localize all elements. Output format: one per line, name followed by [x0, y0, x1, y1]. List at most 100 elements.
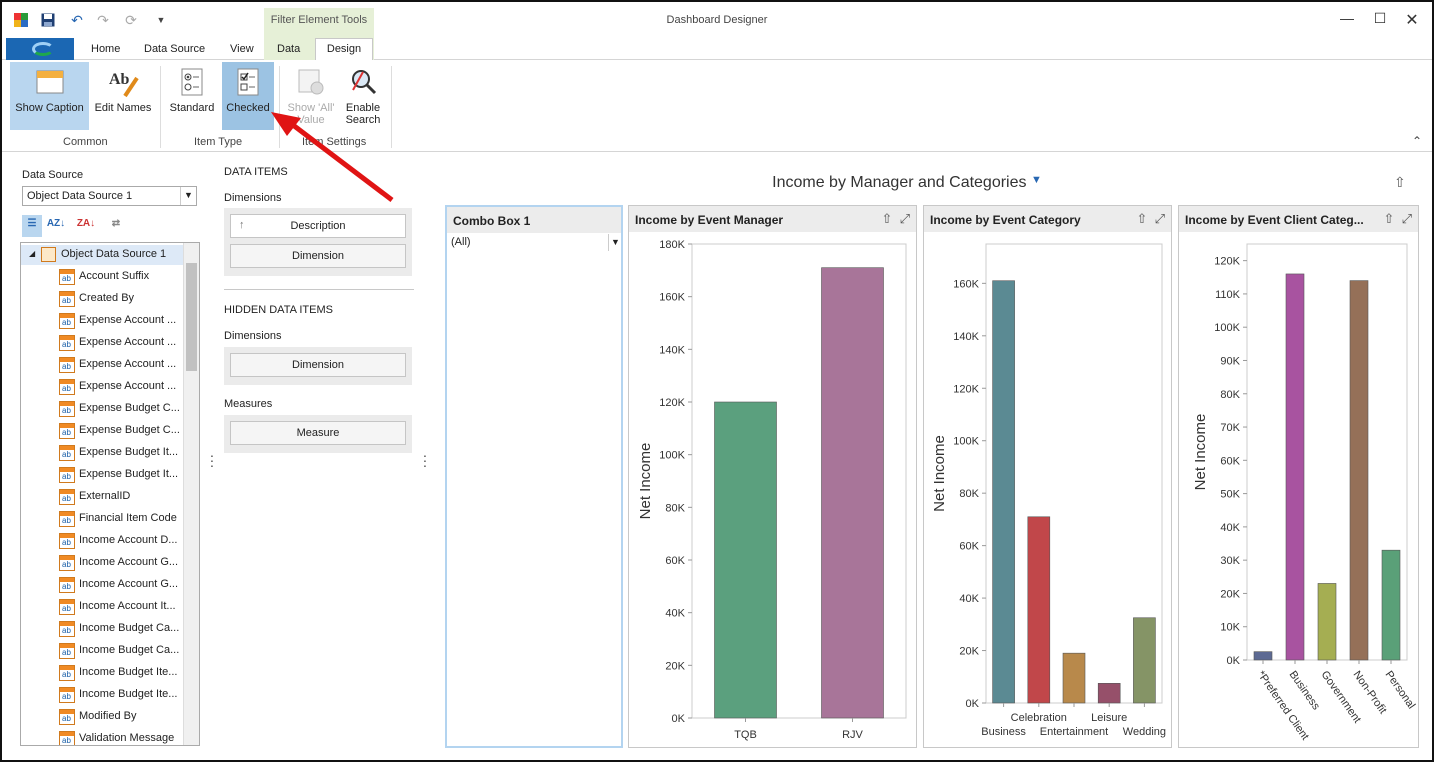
bar [1253, 651, 1273, 661]
field-label: Account Suffix [79, 270, 150, 282]
hidden-dimensions-box: Dimension [224, 347, 412, 385]
hidden-dimension-placeholder[interactable]: Dimension [230, 353, 406, 377]
bar-chart-event-category: 0K 20K 40K 60K 80K 100K 120K 140K 160K Net Income… [931, 243, 1166, 738]
field-node[interactable]: Expense Budget It... [59, 465, 181, 485]
y-tick-label: 0K [1227, 655, 1241, 667]
bar [714, 401, 777, 719]
field-node[interactable]: Modified By [59, 707, 181, 727]
field-node[interactable]: Financial Item Code [59, 509, 181, 529]
collapse-ribbon-icon[interactable]: ⌃ [1412, 134, 1422, 148]
field-node[interactable]: Income Account G... [59, 553, 181, 573]
field-node[interactable]: Income Budget Ite... [59, 685, 181, 705]
string-field-icon [59, 687, 75, 703]
y-tick-label: 30K [1220, 555, 1240, 567]
x-tick-label: Celebration [1011, 712, 1067, 724]
scrollbar-thumb[interactable] [186, 263, 197, 371]
app-logo-icon [32, 42, 54, 56]
x-tick-label: Business [1287, 669, 1323, 713]
tree-scrollbar[interactable] [183, 243, 199, 745]
field-node[interactable]: Created By [59, 289, 181, 309]
chevron-down-icon[interactable]: ▼ [180, 187, 196, 205]
maximize-icon[interactable]: ⤢ [1155, 211, 1165, 226]
y-tick-label: 0K [672, 713, 686, 725]
sort-ascending-icon[interactable]: AZ↓ [46, 215, 66, 237]
maximize-button[interactable]: ☐ [1368, 10, 1392, 30]
field-node[interactable]: Income Budget Ite... [59, 663, 181, 683]
export-icon[interactable]: ⇧ [1136, 211, 1147, 226]
field-label: Expense Account ... [79, 380, 177, 392]
export-icon[interactable]: ⇧ [1383, 211, 1394, 226]
tab-home[interactable]: Home [91, 43, 120, 55]
field-node[interactable]: Expense Account ... [59, 333, 181, 353]
tab-data[interactable]: Data [277, 43, 300, 55]
field-node[interactable]: ExternalID [59, 487, 181, 507]
combo-box-panel[interactable]: Combo Box 1 (All) ▼ [445, 205, 623, 748]
chart-caption: Income by Event Category [924, 206, 1171, 232]
tree-root-node[interactable]: ◢ Object Data Source 1 [21, 245, 183, 265]
y-tick-label: 40K [959, 593, 979, 605]
tree-toolbar: ☰ AZ↓ ZA↓ ⇄ [22, 215, 132, 237]
splitter-grip[interactable]: ... [423, 445, 427, 469]
field-node[interactable]: Validation Message [59, 729, 181, 745]
tab-view[interactable]: View [230, 43, 254, 55]
field-node[interactable]: Expense Account ... [59, 355, 181, 375]
refresh-fields-icon[interactable]: ⇄ [106, 215, 126, 237]
field-node[interactable]: Income Budget Ca... [59, 619, 181, 639]
field-node[interactable]: Expense Account ... [59, 377, 181, 397]
export-dashboard-icon[interactable]: ⇧ [1394, 174, 1406, 191]
field-node[interactable]: Income Account It... [59, 597, 181, 617]
dimension-placeholder[interactable]: Dimension [230, 244, 406, 268]
standard-item-type-button[interactable]: Standard [166, 62, 218, 130]
data-source-select[interactable]: Object Data Source 1 ▼ [22, 186, 197, 206]
application-menu-button[interactable] [6, 38, 74, 60]
chart-panel-event-manager: Income by Event Manager ⇧ ⤢ 0K 20K 40K 60K 8… [628, 205, 917, 748]
group-label-item-type: Item Type [194, 136, 243, 148]
edit-names-button[interactable]: Ab Edit Names [92, 62, 154, 130]
field-node[interactable]: Income Account G... [59, 575, 181, 595]
x-tick-label: Leisure [1091, 712, 1127, 724]
field-label: Expense Budget C... [79, 424, 180, 436]
combo-box-select[interactable]: (All) ▼ [449, 234, 622, 251]
group-label-common: Common [63, 136, 108, 148]
field-node[interactable]: Expense Budget C... [59, 421, 181, 441]
minimize-button[interactable]: — [1335, 10, 1359, 30]
x-tick-label: Personal [1383, 669, 1418, 711]
field-label: Modified By [79, 710, 137, 722]
filter-icon: ▼ [1030, 174, 1042, 186]
field-label: Income Account G... [79, 556, 179, 568]
field-node[interactable]: Account Suffix [59, 267, 181, 287]
y-tick-label: 180K [659, 239, 685, 251]
bar [1285, 273, 1305, 661]
x-tick-label: Entertainment [1040, 726, 1108, 738]
data-source-icon [41, 247, 56, 262]
maximize-icon[interactable]: ⤢ [900, 211, 910, 226]
field-node[interactable]: Income Account D... [59, 531, 181, 551]
field-node[interactable]: Expense Budget It... [59, 443, 181, 463]
splitter-grip[interactable]: ... [210, 445, 214, 469]
field-node[interactable]: Expense Budget C... [59, 399, 181, 419]
tab-data-source[interactable]: Data Source [144, 43, 205, 55]
tab-design[interactable]: Design [315, 38, 373, 61]
export-icon[interactable]: ⇧ [881, 211, 892, 226]
chevron-down-icon[interactable]: ▼ [608, 234, 622, 251]
bar [1381, 549, 1401, 661]
radio-list-icon [176, 66, 208, 98]
group-by-type-icon[interactable]: ☰ [22, 215, 42, 237]
field-node[interactable]: Expense Account ... [59, 311, 181, 331]
y-tick-label: 100K [1214, 322, 1240, 334]
field-label: Income Budget Ca... [79, 622, 180, 634]
measure-placeholder[interactable]: Measure [230, 421, 406, 445]
collapse-triangle-icon[interactable]: ◢ [29, 249, 35, 258]
y-tick-label: 160K [659, 292, 685, 304]
field-node[interactable]: Income Budget Ca... [59, 641, 181, 661]
description-dimension-item[interactable]: ↑ Description [230, 214, 406, 238]
field-label: Income Account It... [79, 600, 176, 612]
field-label: Created By [79, 292, 135, 304]
field-list-tree: ◢ Object Data Source 1 Account Suffix Cre… [20, 242, 200, 746]
y-tick-label: 80K [959, 488, 979, 500]
sort-descending-icon[interactable]: ZA↓ [76, 215, 96, 237]
show-caption-button[interactable]: Show Caption [10, 62, 89, 130]
close-button[interactable]: ✕ [1400, 10, 1424, 30]
sort-arrow-up-icon[interactable]: ↑ [239, 219, 245, 231]
maximize-icon[interactable]: ⤢ [1402, 211, 1412, 226]
